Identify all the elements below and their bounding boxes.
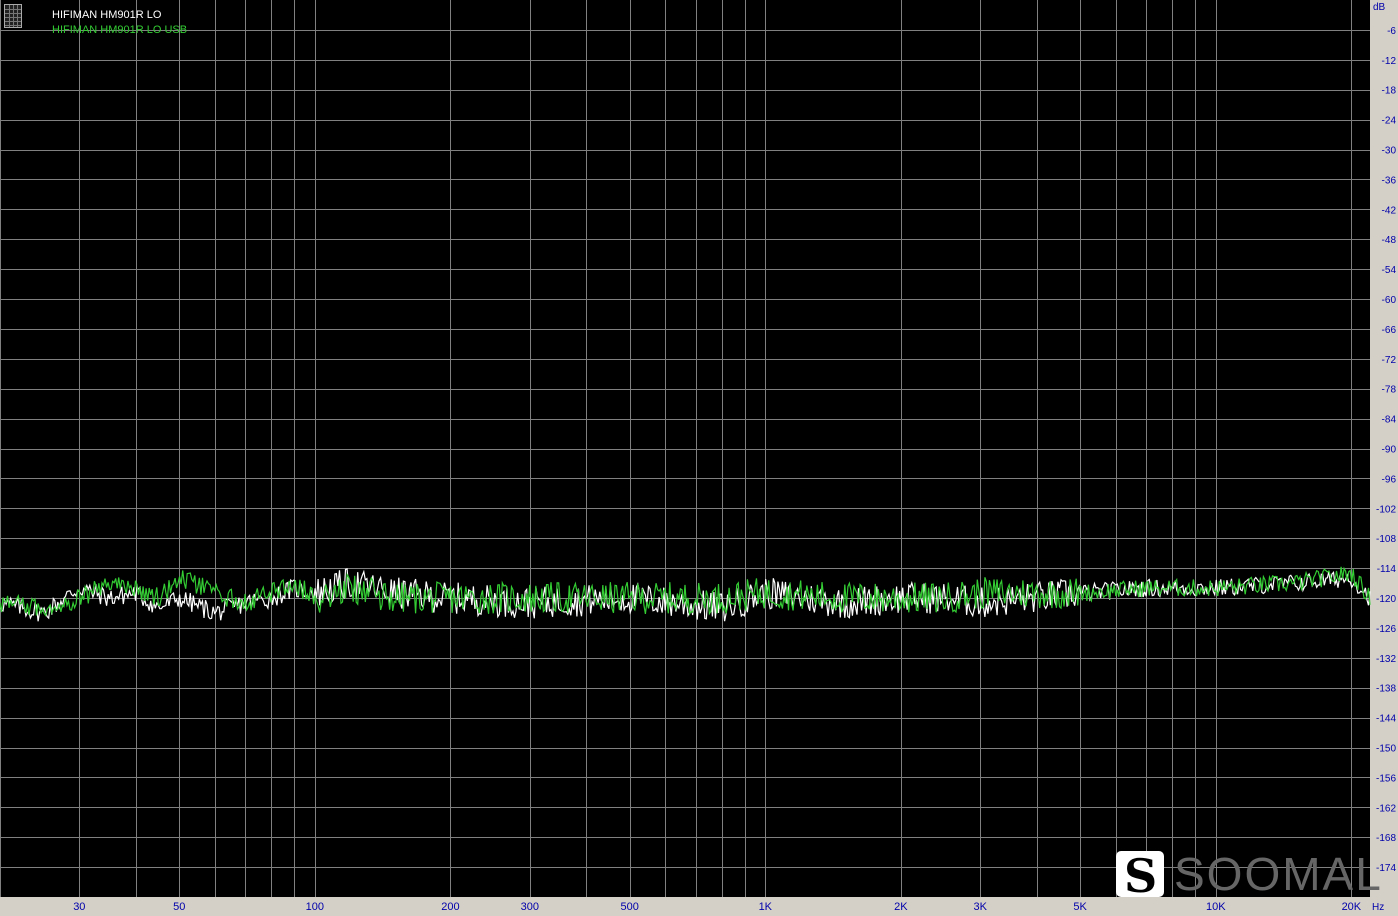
x-tick-label: 5K [1073,901,1087,913]
legend-entry-lo-usb: HIFIMAN HM901R LO USB [52,24,188,36]
y-tick-label: -54 [1382,265,1397,276]
soomal-watermark: S SOOMAL [1116,848,1383,903]
x-tick-label: 2K [894,901,908,913]
y-tick-label: -48 [1382,235,1397,246]
y-tick-label: -24 [1382,116,1397,127]
y-tick-label: -114 [1377,564,1397,575]
y-tick-label: -42 [1382,205,1397,216]
y-tick-label: -90 [1382,445,1397,456]
y-tick-label: -12 [1382,56,1397,67]
series-lines [0,566,1371,622]
y-tick-label: -84 [1382,415,1397,426]
x-tick-label: 3K [973,901,987,913]
y-tick-label: -18 [1382,86,1397,97]
x-tick-label: 10K [1206,901,1226,913]
y-tick-labels: -6 -12 -18 -24 -30 -36 -42 -48 -54 -60 -66 -72 -78 -8… [1376,26,1396,874]
y-tick-label: -144 [1376,714,1396,725]
x-tick-label: 500 [621,901,639,913]
y-tick-label: -60 [1382,295,1397,306]
soomal-logo: S [1116,849,1164,903]
x-tick-label: 300 [521,901,539,913]
y-tick-label: -132 [1376,654,1396,665]
x-tick-label: 20K [1342,901,1362,913]
legend-icon-gridline [5,25,21,26]
y-axis-unit-label: dB [1373,2,1386,13]
y-tick-label: -96 [1382,474,1397,485]
spectrum-chart: -6 -12 -18 -24 -30 -36 -42 -48 -54 -60 -66 -72 -78 -8… [0,0,1396,913]
y-tick-label: -168 [1376,833,1396,844]
x-tick-label: 30 [73,901,85,913]
y-tick-label: -30 [1382,146,1397,157]
y-tick-label: -102 [1376,504,1396,515]
y-tick-label: -150 [1376,744,1396,755]
y-tick-label: -36 [1382,175,1397,186]
y-tick-label: -108 [1376,534,1396,545]
legend-icon-gridline [5,9,21,10]
y-tick-label: -72 [1382,355,1397,366]
x-tick-label: 1K [759,901,773,913]
soomal-logo-letter: S [1124,849,1158,903]
legend-entry-lo: HIFIMAN HM901R LO [52,9,162,21]
legend-icon-gridline [5,13,21,14]
soomal-wordmark: SOOMAL [1174,848,1383,900]
y-tick-label: -78 [1382,385,1397,396]
x-tick-labels: 30 50 100 200 300 500 1K 2K 3K 5K 10K 20K [73,901,1362,913]
y-tick-label: -66 [1382,325,1397,336]
x-tick-label: 100 [306,901,324,913]
y-tick-label: -126 [1376,624,1396,635]
legend-grid-icon[interactable] [4,4,22,28]
x-axis-unit-label: Hz [1372,902,1384,913]
spectrum-analyzer-window: -6 -12 -18 -24 -30 -36 -42 -48 -54 -60 -66 -72 -78 -8… [0,0,1398,916]
x-tick-label: 50 [173,901,185,913]
grid-lines [0,0,1370,897]
y-tick-label: -138 [1376,684,1396,695]
y-tick-label: -6 [1387,26,1396,37]
x-tick-label: 200 [441,901,459,913]
y-tick-label: -162 [1376,803,1396,814]
series-line-lo [0,568,1371,622]
y-tick-label: -120 [1376,594,1396,605]
legend-icon-gridline [5,21,21,22]
legend-icon-gridline [5,17,21,18]
y-tick-label: -156 [1376,773,1396,784]
